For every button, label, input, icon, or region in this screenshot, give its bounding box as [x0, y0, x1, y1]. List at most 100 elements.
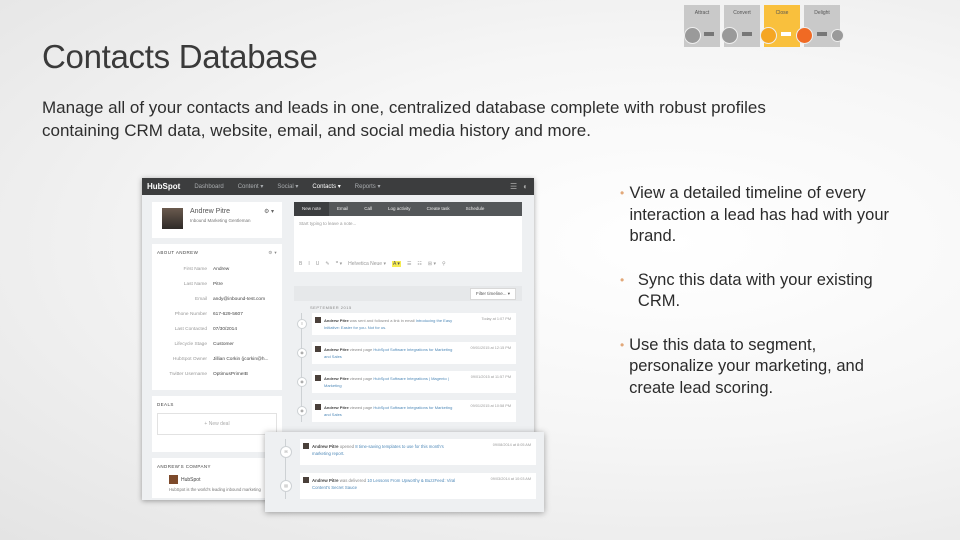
profile-card: Andrew Pitre Inbound Marketing Gentleman… [152, 202, 282, 238]
tab-schedule[interactable]: Schedule [458, 202, 493, 216]
new-deal-button[interactable]: + New deal [157, 413, 277, 435]
pen-icon[interactable]: ✎ [325, 261, 329, 267]
email-icon: ≡ [297, 319, 307, 329]
arrow-icon [704, 32, 714, 36]
timeline-item: ◉ Andrew Pitre viewed page HubSpot Softw… [294, 400, 522, 422]
timestamp: 09/08/2014 at 8:05 AM [492, 443, 531, 447]
tab-new-note[interactable]: New note [294, 202, 330, 216]
bullet-icon: • [620, 337, 625, 352]
avatar [315, 375, 321, 381]
deals-card: DEALS + New deal [152, 396, 282, 452]
bullet-item: • Sync this data with your existing CRM. [620, 270, 890, 313]
nav-dashboard[interactable]: Dashboard [194, 184, 223, 190]
timestamp: 09/01/2015 at 11:57 PM [470, 375, 511, 379]
inbound-process-diagram: Attract Convert Close Delight [684, 5, 844, 47]
nav-reports[interactable]: Reports ▾ [355, 183, 381, 190]
eye-icon: ◉ [297, 348, 307, 358]
link-icon[interactable]: ⚲ [442, 261, 446, 267]
user-icon[interactable]: ◐ [523, 182, 528, 191]
bullet-item: • View a detailed timeline of every inter… [620, 183, 890, 248]
timeline: ✉ Andrew Pitre opened 8 time-saving temp… [265, 439, 544, 499]
arrow-icon [781, 32, 791, 36]
timestamp: 09/01/2015 at 10:58 PM [470, 404, 511, 408]
timestamp: Today at 1:07 PM [481, 317, 511, 321]
timeline-item: ✉ Andrew Pitre opened 8 time-saving temp… [265, 439, 544, 465]
envelope-open-icon: ✉ [280, 446, 292, 458]
gear-icon[interactable]: ⚙ ▾ [264, 208, 274, 215]
filter-bar: Filter timeline... ▾ [294, 286, 522, 301]
italic-button[interactable]: I [308, 261, 309, 267]
timeline-card[interactable]: Andrew Pitre was delivered 10 Lessons Fr… [300, 473, 536, 499]
numbered-list-button[interactable]: ☷ [417, 261, 421, 267]
company-card: ANDREW'S COMPANY HubSpot HubSpot is the … [152, 458, 282, 498]
company-description: HubSpot is the world's leading inbound m… [169, 487, 261, 492]
timeline-item: ◉ Andrew Pitre viewed page HubSpot Softw… [294, 342, 522, 364]
timestamp: 09/03/2014 at 10:03 AM [490, 477, 531, 481]
tab-call[interactable]: Call [356, 202, 380, 216]
bold-button[interactable]: B [299, 261, 302, 267]
timeline-card[interactable]: Andrew Pitre viewed page HubSpot Softwar… [312, 400, 516, 422]
property-row[interactable]: First Name Andrew [157, 262, 277, 277]
avatar [303, 443, 309, 449]
editor-toolbar: B I U ✎ ❞ ▾ Helvetica Neue ▾ A ▾ ☰ ☷ ⊞ ▾… [299, 261, 446, 267]
contact-sidebar: Andrew Pitre Inbound Marketing Gentleman… [152, 202, 282, 500]
property-row[interactable]: HubSpot Owner Jillian Corkin (jcorkin@h..… [157, 352, 277, 367]
avatar [162, 208, 183, 229]
property-row[interactable]: Twitter Username OptimusPrimeIB [157, 367, 277, 382]
timeline-card[interactable]: Andrew Pitre opened 8 time-saving templa… [300, 439, 536, 465]
eye-icon: ◉ [297, 406, 307, 416]
timeline-card[interactable]: Andrew Pitre viewed page HubSpot Softwar… [312, 342, 516, 364]
contact-name: Andrew Pitre [190, 208, 231, 215]
about-header: ABOUT ANDREW [157, 250, 199, 255]
highlight-button[interactable]: A ▾ [391, 261, 401, 267]
filter-timeline-button[interactable]: Filter timeline... ▾ [469, 288, 516, 300]
timeline-card[interactable]: Andrew Pitre was sent and followed a lin… [312, 313, 516, 335]
menu-icon[interactable]: ☰ [510, 182, 517, 191]
node-promoters [831, 29, 844, 42]
action-tabs: New note Email Call Log activity Create … [294, 202, 522, 216]
font-select[interactable]: Helvetica Neue ▾ [348, 261, 386, 267]
slide-title: Contacts Database [42, 38, 318, 75]
timeline-month: SEPTEMBER 2015 [310, 305, 352, 310]
property-row[interactable]: Lifecycle Stage Customer [157, 337, 277, 352]
timeline-item: ≡ Andrew Pitre was sent and followed a l… [294, 313, 522, 335]
property-row[interactable]: Email andy@inbound-test.com [157, 292, 277, 307]
tab-create-task[interactable]: Create task [419, 202, 458, 216]
table-button[interactable]: ⊞ ▾ [428, 261, 436, 267]
contact-title: Inbound Marketing Gentleman [190, 218, 251, 223]
node-leads [760, 27, 777, 44]
avatar [315, 346, 321, 352]
node-strangers [684, 27, 701, 44]
tab-email[interactable]: Email [329, 202, 356, 216]
email-icon: ▤ [280, 480, 292, 492]
avatar [315, 404, 321, 410]
feature-bullets: • View a detailed timeline of every inter… [620, 183, 890, 421]
hubspot-logo: HubSpot [147, 182, 181, 191]
arrow-icon [817, 32, 827, 36]
deals-header: DEALS [157, 402, 174, 407]
property-row[interactable]: Last Name Pitre [157, 277, 277, 292]
timeline-popout: ✉ Andrew Pitre opened 8 time-saving temp… [265, 432, 544, 512]
avatar [303, 477, 309, 483]
bullet-list-button[interactable]: ☰ [407, 261, 411, 267]
gear-icon[interactable]: ⚙ ▾ [268, 250, 277, 256]
quote-button[interactable]: ❞ ▾ [336, 261, 343, 267]
node-customers [796, 27, 813, 44]
tab-log-activity[interactable]: Log activity [380, 202, 419, 216]
about-card: ABOUT ANDREW ⚙ ▾ First Name Andrew Last Na… [152, 244, 282, 390]
nav-social[interactable]: Social ▾ [277, 183, 298, 190]
bullet-icon: • [620, 272, 625, 287]
company-name[interactable]: HubSpot [181, 477, 200, 483]
bullet-item: • Use this data to segment, personalize y… [620, 335, 890, 400]
timeline-item: ◉ Andrew Pitre viewed page HubSpot Softw… [294, 371, 522, 393]
property-row[interactable]: Last Contacted 07/30/2014 [157, 322, 277, 337]
nav-contacts[interactable]: Contacts ▾ [312, 183, 340, 190]
timeline-card[interactable]: Andrew Pitre viewed page HubSpot Softwar… [312, 371, 516, 393]
nav-content[interactable]: Content ▾ [238, 183, 264, 190]
company-header: ANDREW'S COMPANY [157, 464, 211, 469]
underline-button[interactable]: U [316, 261, 320, 267]
bullet-icon: • [620, 186, 625, 200]
eye-icon: ◉ [297, 377, 307, 387]
property-row[interactable]: Phone Number 617-629-5607 [157, 307, 277, 322]
note-editor[interactable]: Start typing to leave a note... B I U ✎ … [294, 216, 522, 272]
